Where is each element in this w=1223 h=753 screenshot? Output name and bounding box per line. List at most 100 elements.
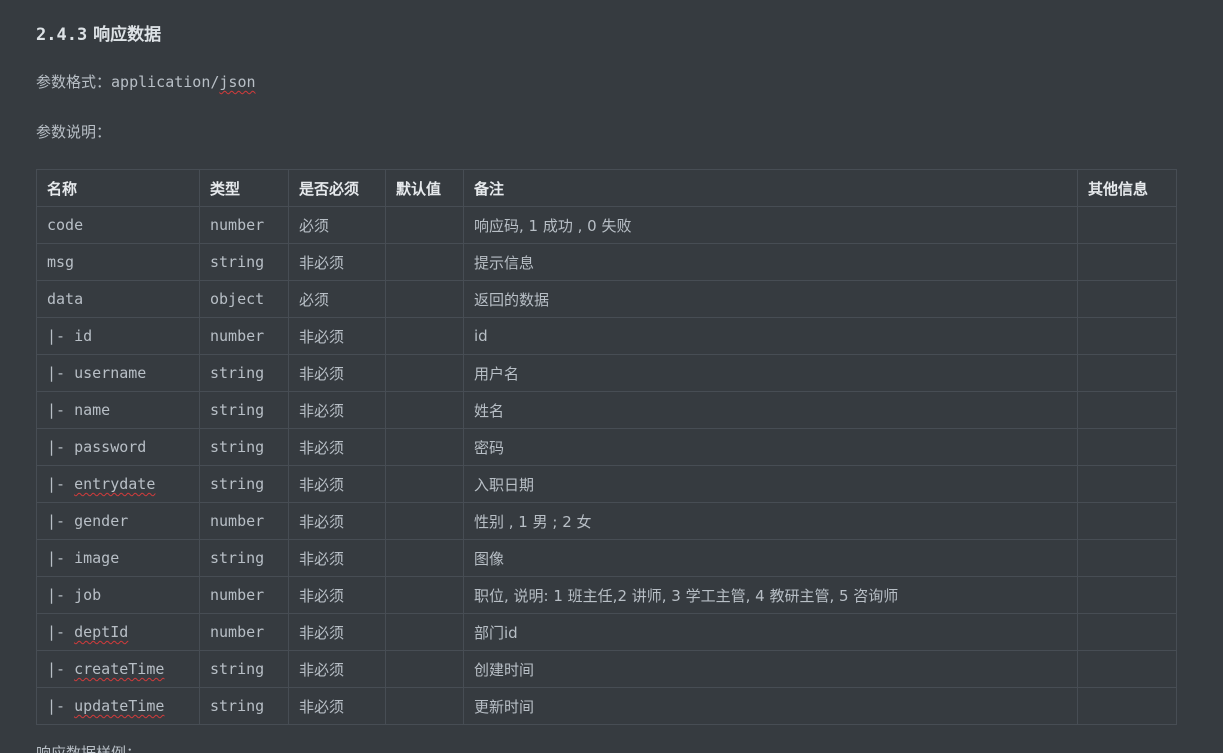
param-required: 非必须: [288, 317, 386, 355]
table-row: |- username string 非必须 用户名: [36, 354, 1177, 392]
param-other: [1077, 317, 1177, 355]
nesting-prefix: |-: [47, 438, 75, 456]
param-required: 非必须: [288, 613, 386, 651]
nesting-prefix: |-: [47, 586, 75, 604]
param-name: deptId: [74, 623, 129, 641]
param-default: [385, 687, 464, 725]
param-name: job: [74, 586, 102, 604]
param-name-cell: |- id: [36, 317, 200, 355]
param-required: 非必须: [288, 465, 386, 503]
param-name-cell: code: [36, 206, 200, 244]
param-note: 提示信息: [463, 243, 1078, 281]
param-default: [385, 206, 464, 244]
document-page: 2.4.3 响应数据 参数格式：application/json 参数说明： 名…: [0, 0, 1223, 753]
section-number: 2.4.3: [36, 25, 88, 45]
format-line: 参数格式：application/json: [36, 71, 256, 92]
table-row: data object 必须 返回的数据: [36, 280, 1177, 318]
param-name-cell: |- password: [36, 428, 200, 466]
table-row: |- id number 非必须 id: [36, 317, 1177, 355]
param-name-cell: |- createTime: [36, 650, 200, 688]
nesting-prefix: |-: [47, 697, 75, 715]
header-note: 备注: [463, 169, 1078, 207]
param-name-cell: msg: [36, 243, 200, 281]
param-name: data: [47, 290, 84, 308]
param-default: [385, 391, 464, 429]
table-row: |- deptId number 非必须 部门id: [36, 613, 1177, 651]
param-other: [1077, 428, 1177, 466]
param-type: string: [199, 428, 289, 466]
param-other: [1077, 576, 1177, 614]
param-other: [1077, 539, 1177, 577]
param-name: updateTime: [74, 697, 165, 715]
param-required: 非必须: [288, 576, 386, 614]
param-required: 非必须: [288, 502, 386, 540]
param-type: string: [199, 650, 289, 688]
nesting-prefix: |-: [47, 549, 75, 567]
param-note: 用户名: [463, 354, 1078, 392]
header-name: 名称: [36, 169, 200, 207]
param-note: 入职日期: [463, 465, 1078, 503]
response-params-table: 名称 类型 是否必须 默认值 备注 其他信息 code number 必须 响应码, …: [36, 169, 1177, 725]
param-name: code: [47, 216, 84, 234]
header-other: 其他信息: [1077, 169, 1177, 207]
param-note: 姓名: [463, 391, 1078, 429]
param-default: [385, 576, 464, 614]
param-name-cell: |- image: [36, 539, 200, 577]
param-default: [385, 354, 464, 392]
param-default: [385, 280, 464, 318]
header-default: 默认值: [385, 169, 464, 207]
param-type: number: [199, 317, 289, 355]
param-other: [1077, 354, 1177, 392]
description-label: 参数说明：: [36, 123, 112, 141]
param-default: [385, 243, 464, 281]
param-default: [385, 502, 464, 540]
param-note: 返回的数据: [463, 280, 1078, 318]
param-default: [385, 317, 464, 355]
param-note: 部门id: [463, 613, 1078, 651]
nesting-prefix: |-: [47, 475, 75, 493]
param-type: string: [199, 354, 289, 392]
nesting-prefix: |-: [47, 327, 75, 345]
param-note: 密码: [463, 428, 1078, 466]
param-default: [385, 428, 464, 466]
table-row: |- updateTime string 非必须 更新时间: [36, 687, 1177, 725]
param-other: [1077, 243, 1177, 281]
param-name-cell: |- entrydate: [36, 465, 200, 503]
param-type: string: [199, 539, 289, 577]
param-note: 响应码, 1 成功 , 0 失败: [463, 206, 1078, 244]
param-name: gender: [74, 512, 129, 530]
table-header-row: 名称 类型 是否必须 默认值 备注 其他信息: [36, 169, 1177, 207]
param-required: 非必须: [288, 243, 386, 281]
param-other: [1077, 650, 1177, 688]
param-name: id: [74, 327, 93, 345]
table-row: |- entrydate string 非必须 入职日期: [36, 465, 1177, 503]
param-required: 必须: [288, 280, 386, 318]
table-row: |- image string 非必须 图像: [36, 539, 1177, 577]
param-type: string: [199, 391, 289, 429]
param-name: msg: [47, 253, 75, 271]
param-other: [1077, 391, 1177, 429]
param-type: string: [199, 243, 289, 281]
table-row: |- createTime string 非必须 创建时间: [36, 650, 1177, 688]
table-row: |- gender number 非必须 性别 , 1 男 ; 2 女: [36, 502, 1177, 540]
section-title: 响应数据: [93, 25, 162, 45]
header-type: 类型: [199, 169, 289, 207]
param-name: image: [74, 549, 120, 567]
format-value-prefix: application/: [111, 73, 220, 91]
param-name: createTime: [74, 660, 165, 678]
param-type: number: [199, 613, 289, 651]
param-other: [1077, 502, 1177, 540]
table-row: |- password string 非必须 密码: [36, 428, 1177, 466]
param-name: username: [74, 364, 147, 382]
section-heading: 2.4.3 响应数据: [36, 20, 161, 45]
param-required: 非必须: [288, 391, 386, 429]
param-name: password: [74, 438, 147, 456]
param-type: number: [199, 576, 289, 614]
nesting-prefix: |-: [47, 512, 75, 530]
param-name: name: [74, 401, 111, 419]
response-example-label: 响应数据样例：: [36, 744, 142, 753]
param-type: object: [199, 280, 289, 318]
param-name: entrydate: [74, 475, 156, 493]
table-row: msg string 非必须 提示信息: [36, 243, 1177, 281]
param-required: 非必须: [288, 354, 386, 392]
